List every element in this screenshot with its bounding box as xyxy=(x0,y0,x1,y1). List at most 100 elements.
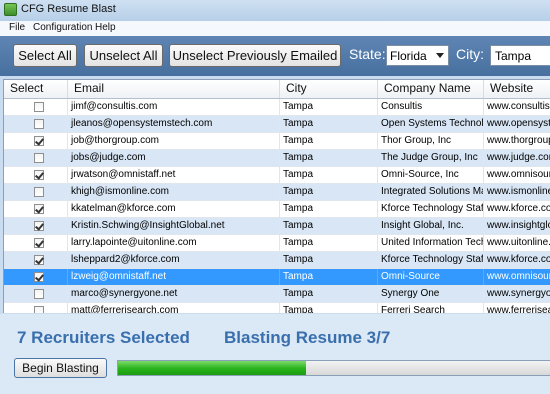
select-checkbox[interactable] xyxy=(34,170,44,180)
website-cell: www.insightglobal.net xyxy=(484,218,550,234)
website-cell: www.kforce.com xyxy=(484,201,550,217)
email-cell: jimf@consultis.com xyxy=(68,99,280,115)
select-checkbox[interactable] xyxy=(34,187,44,197)
select-all-button[interactable]: Select All xyxy=(13,44,77,67)
city-label: City: xyxy=(456,46,484,62)
city-cell: Tampa xyxy=(280,184,378,200)
email-cell: Kristin.Schwing@InsightGlobal.net xyxy=(68,218,280,234)
table-row[interactable]: jobs@judge.com Tampa The Judge Group, Inc w… xyxy=(4,150,550,167)
title-bar[interactable]: CFG Resume Blast xyxy=(0,0,550,22)
website-cell: www.consultis.com xyxy=(484,99,550,115)
table-row[interactable]: matt@ferrerisearch.com Tampa Ferreri Searc… xyxy=(4,303,550,313)
application-window: CFG Resume Blast File Configuration Help… xyxy=(0,0,550,394)
select-checkbox[interactable] xyxy=(34,119,44,129)
select-checkbox[interactable] xyxy=(34,153,44,163)
select-cell xyxy=(4,252,68,268)
select-cell xyxy=(4,184,68,200)
recruiter-grid: Select Email City Company Name Website j… xyxy=(3,79,550,313)
select-cell xyxy=(4,269,68,285)
column-header-email[interactable]: Email xyxy=(68,80,280,98)
table-row[interactable]: lsheppard2@kforce.com Tampa Kforce Technol… xyxy=(4,252,550,269)
select-checkbox[interactable] xyxy=(34,272,44,282)
state-label: State: xyxy=(349,46,386,62)
blast-progress-bar xyxy=(117,360,550,376)
table-row[interactable]: jrwatson@omnistaff.net Tampa Omni-Source, … xyxy=(4,167,550,184)
email-cell: khigh@ismonline.com xyxy=(68,184,280,200)
table-row[interactable]: lzweig@omnistaff.net Tampa Omni-Source www.… xyxy=(4,269,550,286)
select-checkbox[interactable] xyxy=(34,221,44,231)
select-cell xyxy=(4,150,68,166)
website-cell: www.uitonline.com xyxy=(484,235,550,251)
progress-fill xyxy=(118,361,307,375)
app-icon xyxy=(4,3,17,16)
website-cell: www.opensystemstech.com xyxy=(484,116,550,132)
column-header-select[interactable]: Select xyxy=(4,80,68,98)
company-cell: Omni-Source xyxy=(378,269,484,285)
select-cell xyxy=(4,218,68,234)
select-cell xyxy=(4,167,68,183)
select-checkbox[interactable] xyxy=(34,238,44,248)
company-cell: Omni-Source, Inc xyxy=(378,167,484,183)
email-cell: marco@synergyone.net xyxy=(68,286,280,302)
table-row[interactable]: marco@synergyone.net Tampa Synergy One www.… xyxy=(4,286,550,303)
city-cell: Tampa xyxy=(280,269,378,285)
column-header-company-name[interactable]: Company Name xyxy=(378,80,484,98)
email-cell: lzweig@omnistaff.net xyxy=(68,269,280,285)
email-cell: larry.lapointe@uitonline.com xyxy=(68,235,280,251)
column-header-website[interactable]: Website xyxy=(484,80,550,98)
unselect-all-button[interactable]: Unselect All xyxy=(84,44,163,67)
select-checkbox[interactable] xyxy=(34,306,44,313)
website-cell: www.thorgroup.com xyxy=(484,133,550,149)
select-cell xyxy=(4,116,68,132)
unselect-previously-emailed-button[interactable]: Unselect Previously Emailed xyxy=(169,44,341,67)
select-checkbox[interactable] xyxy=(34,289,44,299)
table-row[interactable]: larry.lapointe@uitonline.com Tampa United … xyxy=(4,235,550,252)
table-row[interactable]: jleanos@opensystemstech.com Tampa Open Sys… xyxy=(4,116,550,133)
city-cell: Tampa xyxy=(280,218,378,234)
blasting-status: Blasting Resume 3/7 xyxy=(224,328,391,347)
table-row[interactable]: Kristin.Schwing@InsightGlobal.net Tampa In… xyxy=(4,218,550,235)
email-cell: jobs@judge.com xyxy=(68,150,280,166)
select-cell xyxy=(4,286,68,302)
city-cell: Tampa xyxy=(280,167,378,183)
city-cell: Tampa xyxy=(280,99,378,115)
table-row[interactable]: khigh@ismonline.com Tampa Integrated Solut… xyxy=(4,184,550,201)
table-row[interactable]: kkatelman@kforce.com Tampa Kforce Technolo… xyxy=(4,201,550,218)
menu-bar: File Configuration Help xyxy=(0,21,550,37)
company-cell: Open Systems Technologies xyxy=(378,116,484,132)
select-checkbox[interactable] xyxy=(34,102,44,112)
city-cell: Tampa xyxy=(280,303,378,313)
menu-file[interactable]: File xyxy=(9,22,25,33)
begin-blasting-button[interactable]: Begin Blasting xyxy=(14,358,107,378)
website-cell: www.ferrerisearch.com xyxy=(484,303,550,313)
website-cell: www.ismonline.com xyxy=(484,184,550,200)
status-area: 7 Recruiters Selected Blasting Resume 3/… xyxy=(0,314,550,394)
website-cell: www.synergyone.net xyxy=(484,286,550,302)
city-cell: Tampa xyxy=(280,133,378,149)
select-checkbox[interactable] xyxy=(34,136,44,146)
window-title: CFG Resume Blast xyxy=(21,3,116,15)
select-checkbox[interactable] xyxy=(34,255,44,265)
website-cell: www.omnisource.net xyxy=(484,167,550,183)
company-cell: Synergy One xyxy=(378,286,484,302)
recruiters-selected-count: 7 Recruiters Selected xyxy=(17,328,190,347)
table-row[interactable]: job@thorgroup.com Tampa Thor Group, Inc www… xyxy=(4,133,550,150)
select-cell xyxy=(4,201,68,217)
table-row[interactable]: jimf@consultis.com Tampa Consultis www.cons… xyxy=(4,99,550,116)
city-input[interactable] xyxy=(490,45,550,66)
menu-help[interactable]: Help xyxy=(95,22,116,33)
select-checkbox[interactable] xyxy=(34,204,44,214)
company-cell: Thor Group, Inc xyxy=(378,133,484,149)
grid-header: Select Email City Company Name Website xyxy=(4,80,550,99)
company-cell: The Judge Group, Inc xyxy=(378,150,484,166)
email-cell: job@thorgroup.com xyxy=(68,133,280,149)
state-dropdown[interactable]: Florida xyxy=(386,45,449,66)
email-cell: jleanos@opensystemstech.com xyxy=(68,116,280,132)
column-header-city[interactable]: City xyxy=(280,80,378,98)
city-cell: Tampa xyxy=(280,201,378,217)
toolbar: Select All Unselect All Unselect Previou… xyxy=(0,36,550,76)
menu-configuration[interactable]: Configuration xyxy=(33,22,92,33)
email-cell: matt@ferrerisearch.com xyxy=(68,303,280,313)
company-cell: Consultis xyxy=(378,99,484,115)
state-value: Florida xyxy=(390,49,427,63)
